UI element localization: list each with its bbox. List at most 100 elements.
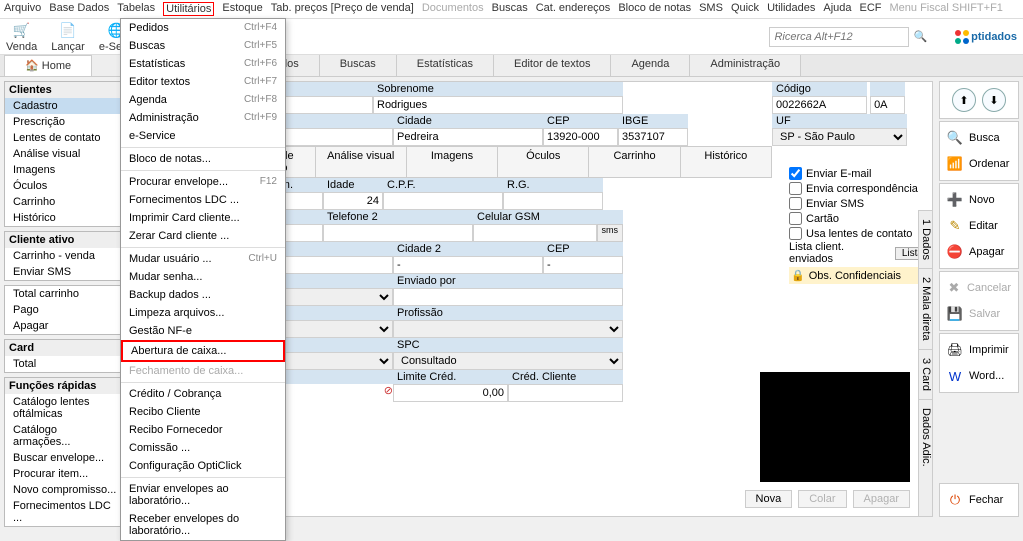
vtab-2 Mala direta[interactable]: 2 Mala direta [919, 268, 932, 349]
imprimir-button[interactable]: 🖨Imprimir [942, 338, 1016, 362]
fechar-button[interactable]: ⏻Fechar [942, 488, 1016, 512]
item-buscar-envelope...[interactable]: Buscar envelope... [5, 450, 125, 466]
menu-quick[interactable]: Quick [731, 2, 759, 16]
item-enviar-sms[interactable]: Enviar SMS [5, 264, 125, 280]
sobrenome-input[interactable] [373, 96, 623, 114]
menu-item-agenda[interactable]: AgendaCtrl+F8 [121, 91, 285, 109]
menu-item-backup-dados-[interactable]: Backup dados ... [121, 286, 285, 304]
menu-utilitários[interactable]: Utilitários [163, 2, 214, 16]
item-catálogo-lentes-oftálmicas[interactable]: Catálogo lentes oftálmicas [5, 394, 125, 422]
word-button[interactable]: WWord... [942, 364, 1016, 388]
menu-sms[interactable]: SMS [699, 2, 723, 16]
apagar-foto-button[interactable]: Apagar [853, 490, 910, 508]
nova-button[interactable]: Nova [745, 490, 793, 508]
menu-item-gest-o-nf-e[interactable]: Gestão NF-e [121, 322, 285, 340]
search-icon[interactable]: 🔍 [913, 30, 927, 43]
tab-Editor de textos[interactable]: Editor de textos [494, 55, 611, 76]
menu-item-limpeza-arquivos-[interactable]: Limpeza arquivos... [121, 304, 285, 322]
item-fornecimentos-ldc-...[interactable]: Fornecimentos LDC ... [5, 498, 125, 526]
subtab-análise visual[interactable]: Análise visual [316, 147, 407, 177]
menu-bloco de notas[interactable]: Bloco de notas [618, 2, 691, 16]
item-carrinho[interactable]: Carrinho [5, 194, 125, 210]
tb-lançar[interactable]: 📄Lançar [51, 21, 85, 53]
vtab-Dados Adic.[interactable]: Dados Adic. [919, 399, 932, 475]
tab-Agenda[interactable]: Agenda [611, 55, 690, 76]
search-input[interactable] [769, 27, 909, 47]
salvar-button[interactable]: 💾Salvar [942, 302, 1016, 326]
menu-buscas[interactable]: Buscas [492, 2, 528, 16]
menu-item-editor-textos[interactable]: Editor textosCtrl+F7 [121, 73, 285, 91]
search-box[interactable]: 🔍 [769, 27, 927, 47]
item-catálogo-armações...[interactable]: Catálogo armações... [5, 422, 125, 450]
item-óculos[interactable]: Óculos [5, 178, 125, 194]
subtab-histórico[interactable]: Histórico [681, 147, 772, 177]
subtab-carrinho[interactable]: Carrinho [589, 147, 680, 177]
up-icon[interactable]: ⬆ [952, 88, 976, 112]
menu-item-recibo-cliente[interactable]: Recibo Cliente [121, 403, 285, 421]
item-pago[interactable]: Pago [5, 302, 125, 318]
menu-item-e-service[interactable]: e-Service [121, 127, 285, 145]
menu-documentos[interactable]: Documentos [422, 2, 484, 16]
subtab-imagens[interactable]: Imagens [407, 147, 498, 177]
item-novo-compromisso...[interactable]: Novo compromisso... [5, 482, 125, 498]
menu-item-buscas[interactable]: BuscasCtrl+F5 [121, 37, 285, 55]
tb-venda[interactable]: 🛒Venda [6, 21, 37, 53]
menu-item-estat-sticas[interactable]: EstatísticasCtrl+F6 [121, 55, 285, 73]
tab-Home[interactable]: 🏠 Home [4, 55, 92, 76]
colar-button[interactable]: Colar [798, 490, 846, 508]
cancelar-button[interactable]: ✖Cancelar [942, 276, 1016, 300]
item-carrinho---venda[interactable]: Carrinho - venda [5, 248, 125, 264]
menu-item-zerar-card-cliente-[interactable]: Zerar Card cliente ... [121, 227, 285, 245]
apagar-button[interactable]: ⛔Apagar [942, 240, 1016, 264]
menu-cat. endereços[interactable]: Cat. endereços [536, 2, 611, 16]
menu-item-receber-envelopes-do-laborat-rio-[interactable]: Receber envelopes do laboratório... [121, 510, 285, 540]
menu-utilidades[interactable]: Utilidades [767, 2, 815, 16]
menu-ajuda[interactable]: Ajuda [823, 2, 851, 16]
menu-item-procurar-envelope-[interactable]: Procurar envelope...F12 [121, 173, 285, 191]
item-cadastro[interactable]: Cadastro [5, 98, 125, 114]
item-total-carrinho[interactable]: Total carrinho [5, 286, 125, 302]
editar-button[interactable]: ✎Editar [942, 214, 1016, 238]
subtab-óculos[interactable]: Óculos [498, 147, 589, 177]
menu-item-mudar-senha-[interactable]: Mudar senha... [121, 268, 285, 286]
item-histórico[interactable]: Histórico [5, 210, 125, 226]
menu-item-comiss-o-[interactable]: Comissão ... [121, 439, 285, 457]
cep-input[interactable] [543, 128, 618, 146]
menu-item-enviar-envelopes-ao-laborat-rio-[interactable]: Enviar envelopes ao laboratório... [121, 480, 285, 510]
ordenar-button[interactable]: 📶Ordenar [942, 152, 1016, 176]
item-análise-visual[interactable]: Análise visual [5, 146, 125, 162]
novo-button[interactable]: ➕Novo [942, 188, 1016, 212]
down-icon[interactable]: ⬇ [982, 88, 1006, 112]
menu-item-pedidos[interactable]: PedidosCtrl+F4 [121, 19, 285, 37]
busca-button[interactable]: 🔍Busca [942, 126, 1016, 150]
menu-tab. preços [preço de venda][interactable]: Tab. preços [Preço de venda] [271, 2, 414, 16]
ibge-input[interactable] [618, 128, 688, 146]
menu-item-administra-o[interactable]: AdministraçãoCtrl+F9 [121, 109, 285, 127]
vtab-1 Dados[interactable]: 1 Dados [919, 210, 932, 268]
menu-item-abertura-de-caixa-[interactable]: Abertura de caixa... [121, 340, 285, 362]
tab-Buscas[interactable]: Buscas [320, 55, 397, 76]
item-imagens[interactable]: Imagens [5, 162, 125, 178]
menu-base dados[interactable]: Base Dados [49, 2, 109, 16]
menu-item-mudar-usu-rio-[interactable]: Mudar usuário ...Ctrl+U [121, 250, 285, 268]
menubar[interactable]: ArquivoBase DadosTabelasUtilitáriosEstoq… [0, 0, 1023, 19]
menu-item-imprimir-card-cliente-[interactable]: Imprimir Card cliente... [121, 209, 285, 227]
menu-item-cr-dito-cobran-a[interactable]: Crédito / Cobrança [121, 385, 285, 403]
tab-Estatísticas[interactable]: Estatísticas [397, 55, 494, 76]
menu-item-bloco-de-notas-[interactable]: Bloco de notas... [121, 150, 285, 168]
vtab-3 Card[interactable]: 3 Card [919, 349, 932, 399]
item-prescrição[interactable]: Prescrição [5, 114, 125, 130]
menu-item-recibo-fornecedor[interactable]: Recibo Fornecedor [121, 421, 285, 439]
menu-menu fiscal shift+f1[interactable]: Menu Fiscal SHIFT+F1 [890, 2, 1003, 16]
utilitarios-menu[interactable]: PedidosCtrl+F4BuscasCtrl+F5EstatísticasC… [120, 18, 286, 541]
tab-Administração[interactable]: Administração [690, 55, 801, 76]
menu-item-configura-o-opticlick[interactable]: Configuração OptiClick [121, 457, 285, 475]
item-lentes-de-contato[interactable]: Lentes de contato [5, 130, 125, 146]
menu-ecf[interactable]: ECF [860, 2, 882, 16]
menu-estoque[interactable]: Estoque [222, 2, 262, 16]
menu-item-fornecimentos-ldc-[interactable]: Fornecimentos LDC ... [121, 191, 285, 209]
menu-arquivo[interactable]: Arquivo [4, 2, 41, 16]
cidade-input[interactable] [393, 128, 543, 146]
side-tabs[interactable]: 1 Dados2 Mala direta3 CardDados Adic. [918, 210, 932, 517]
item-procurar-item...[interactable]: Procurar item... [5, 466, 125, 482]
